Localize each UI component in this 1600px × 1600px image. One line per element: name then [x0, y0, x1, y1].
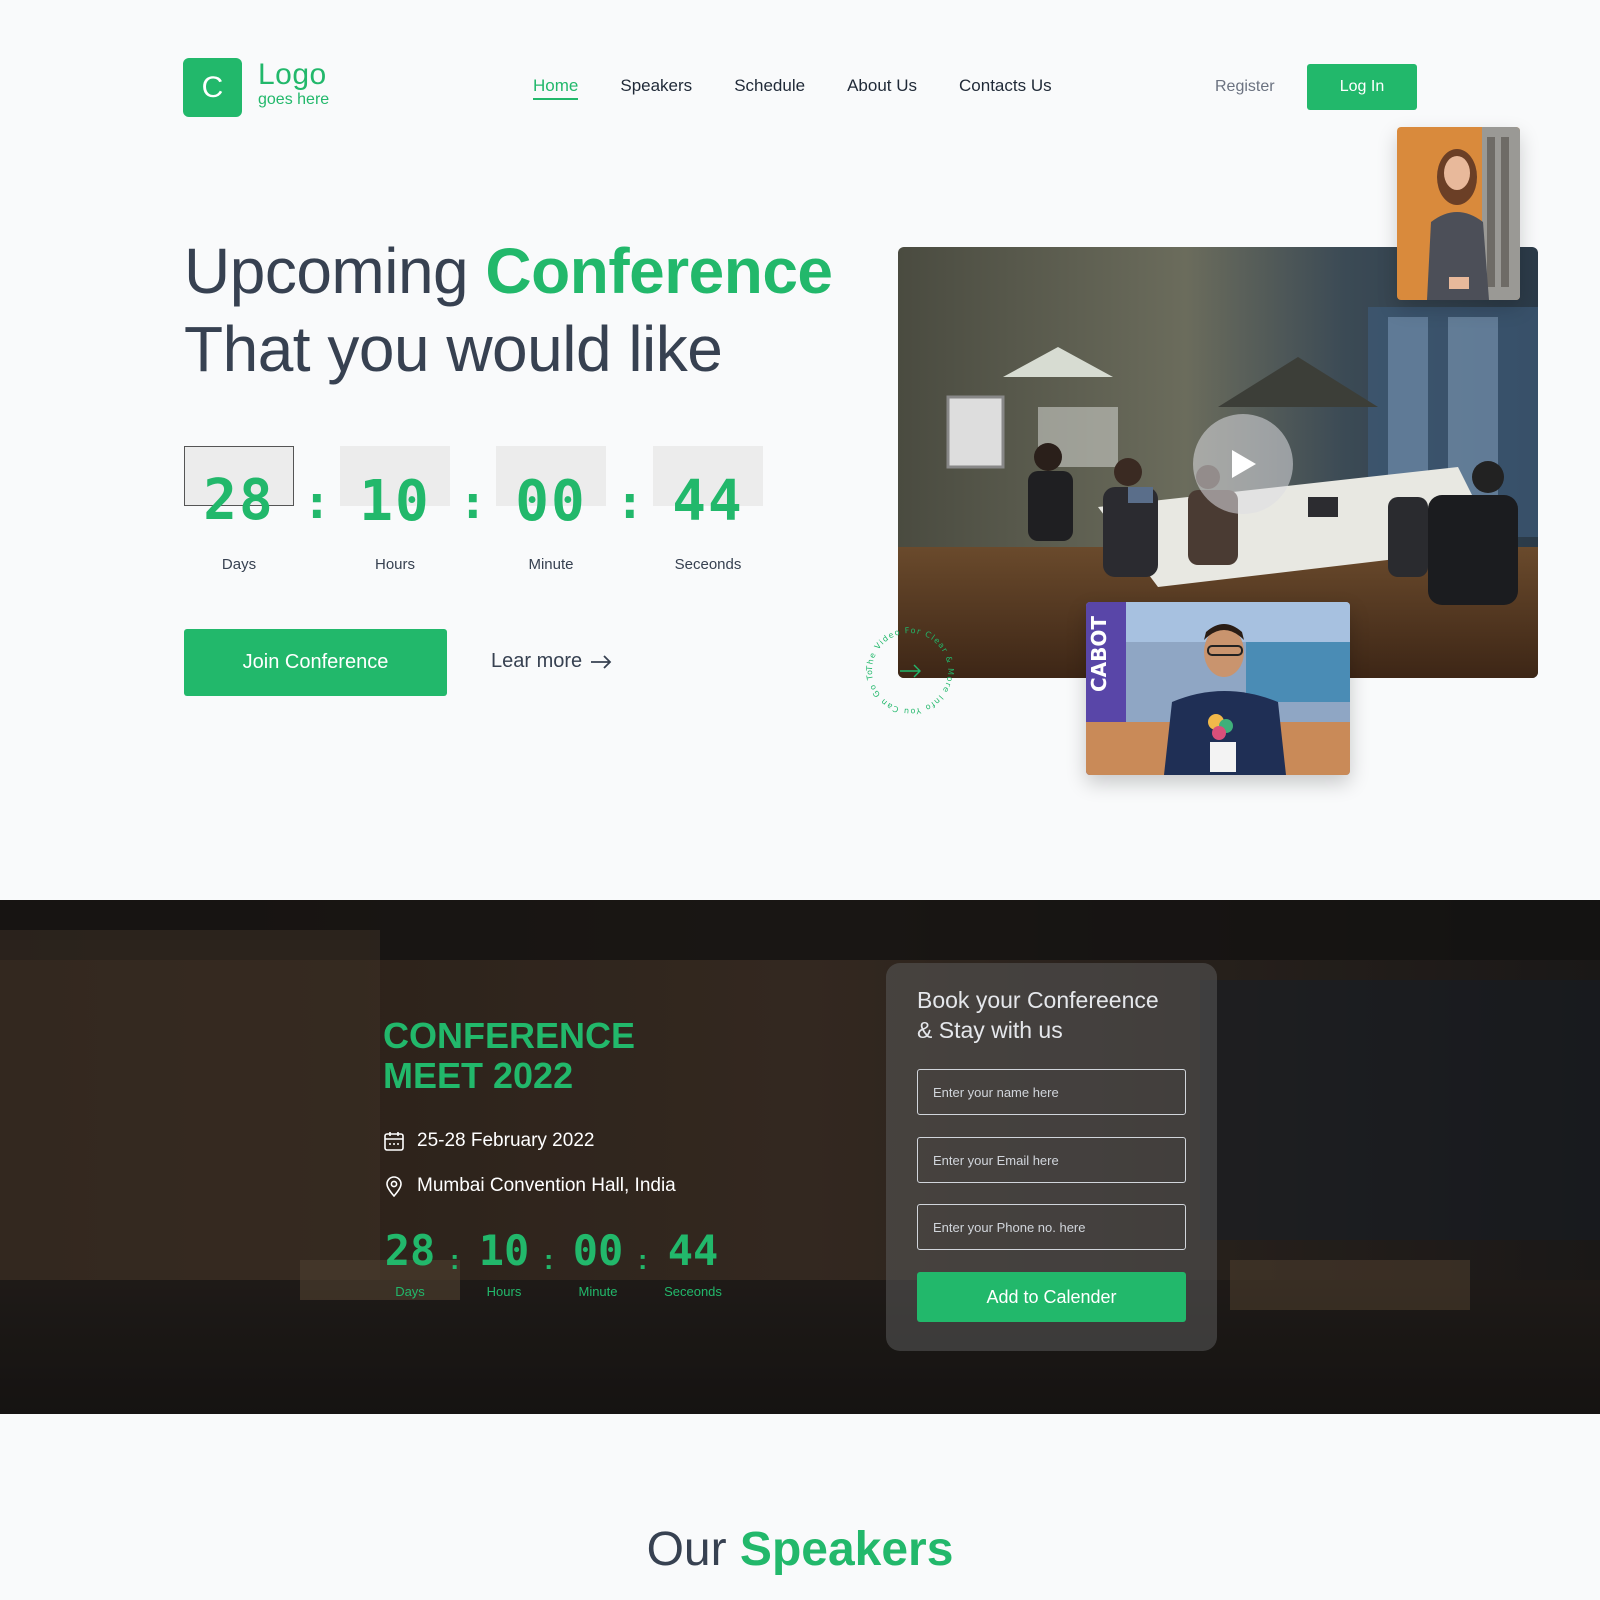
calendar-icon: [384, 1132, 404, 1151]
hero-title-highlight: Conference: [485, 235, 833, 307]
event-background-image: [0, 900, 1600, 1414]
speaker-man-image: CABOT: [1086, 602, 1350, 775]
countdown-minutes-box: 00: [496, 446, 606, 530]
arrow-right-icon: [900, 664, 921, 678]
event-location: Mumbai Convention Hall, India: [417, 1175, 676, 1196]
event-location-row: Mumbai Convention Hall, India: [383, 1175, 676, 1197]
speaker-woman-image: [1397, 127, 1520, 300]
event-banner: [0, 900, 1600, 1414]
countdown-minutes-label: Minute: [528, 556, 574, 573]
name-input[interactable]: [917, 1069, 1186, 1115]
logo-text[interactable]: Logo goes here: [258, 60, 329, 108]
location-pin-icon: [386, 1176, 402, 1197]
countdown-minutes-value: 00: [515, 469, 587, 534]
nav-home[interactable]: Home: [533, 76, 579, 100]
login-button[interactable]: Log In: [1307, 64, 1417, 110]
logo-mark[interactable]: C: [183, 58, 242, 117]
event-countdown-colon: :: [544, 1244, 554, 1275]
countdown-hours-box: 10: [340, 446, 450, 530]
countdown-seconds: 44 Seceonds: [653, 446, 763, 573]
learn-more-label: Lear more: [491, 650, 583, 672]
countdown-days-box: 28: [184, 446, 294, 529]
hero-title: Upcoming Conference That you would like: [184, 232, 833, 388]
booking-title-line2: & Stay with us: [917, 1017, 1063, 1043]
hero-title-line2: That you would like: [184, 313, 723, 385]
join-conference-button[interactable]: Join Conference: [184, 629, 447, 696]
speaker-man-photo: CABOT: [1086, 602, 1350, 775]
countdown-seconds-value: 44: [672, 469, 744, 534]
logo-letter: C: [201, 70, 224, 104]
countdown-hours-value: 10: [359, 469, 431, 534]
event-countdown-days-value: 28: [384, 1226, 436, 1275]
nav-speakers[interactable]: Speakers: [620, 76, 692, 100]
event-countdown-seconds-value: 44: [667, 1226, 719, 1275]
event-countdown-seconds: 44 Seceonds: [658, 1226, 728, 1300]
countdown-seconds-box: 44: [653, 446, 763, 530]
event-countdown-minutes-value: 00: [572, 1226, 624, 1275]
booking-title-line1: Book your Confereence: [917, 987, 1159, 1013]
badge-text: The Video For Clear & More Info You Can …: [862, 623, 955, 716]
event-countdown-hours-value: 10: [478, 1226, 530, 1275]
svg-text:CABOT: CABOT: [1087, 616, 1111, 692]
register-link[interactable]: Register: [1215, 78, 1275, 96]
event-countdown-hours-label: Hours: [486, 1284, 522, 1299]
main-nav: Home Speakers Schedule About Us Contacts…: [533, 76, 1094, 100]
speakers-heading: Our Speakers: [0, 1522, 1600, 1577]
countdown-seconds-label: Seceonds: [674, 556, 742, 573]
event-date: 25-28 February 2022: [417, 1130, 595, 1151]
arrow-right-icon: [591, 654, 612, 669]
nav-about[interactable]: About Us: [847, 76, 917, 100]
email-input[interactable]: [917, 1137, 1186, 1183]
countdown-days-value: 28: [203, 468, 275, 533]
event-date-row: 25-28 February 2022: [383, 1130, 594, 1152]
booking-title: Book your Confereence & Stay with us: [917, 985, 1159, 1045]
page: C Logo goes here Home Speakers Schedule …: [0, 0, 1600, 1600]
hero-title-part1: Upcoming: [184, 235, 469, 307]
speaker-woman-photo: [1397, 127, 1520, 300]
event-countdown-minutes: 00 Minute: [563, 1226, 633, 1300]
event-countdown-hours: 10 Hours: [469, 1226, 539, 1300]
countdown-days-label: Days: [221, 556, 257, 573]
logo-main: Logo: [258, 58, 327, 91]
countdown-hours: 10 Hours: [340, 446, 450, 573]
countdown-minutes: 00 Minute: [496, 446, 606, 573]
countdown-colon: :: [308, 478, 326, 529]
logo-sub: goes here: [258, 91, 330, 108]
event-countdown-days: 28 Days: [375, 1226, 445, 1300]
add-to-calendar-button[interactable]: Add to Calender: [917, 1272, 1186, 1322]
event-countdown-colon: :: [638, 1244, 648, 1275]
phone-input[interactable]: [917, 1204, 1186, 1250]
event-countdown-seconds-label: Seceonds: [664, 1284, 722, 1299]
learn-more-link[interactable]: Lear more: [491, 650, 612, 673]
event-countdown-colon: :: [450, 1244, 460, 1275]
event-countdown-minutes-label: Minute: [578, 1284, 618, 1299]
speakers-title-highlight: Speakers: [739, 1523, 954, 1576]
event-countdown-days-label: Days: [395, 1284, 425, 1299]
nav-schedule[interactable]: Schedule: [734, 76, 805, 100]
speakers-title-part1: Our: [646, 1523, 727, 1576]
countdown-days: 28 Days: [184, 446, 294, 573]
play-icon: [1232, 450, 1256, 478]
play-video-button[interactable]: [1193, 414, 1293, 514]
countdown-colon: :: [464, 478, 482, 529]
countdown-colon: :: [621, 478, 639, 529]
nav-contacts[interactable]: Contacts Us: [959, 76, 1052, 100]
event-title: CONFERENCE MEET 2022: [383, 1015, 636, 1096]
watch-video-badge[interactable]: The Video For Clear & More Info You Can …: [862, 623, 958, 719]
countdown-hours-label: Hours: [374, 556, 415, 573]
